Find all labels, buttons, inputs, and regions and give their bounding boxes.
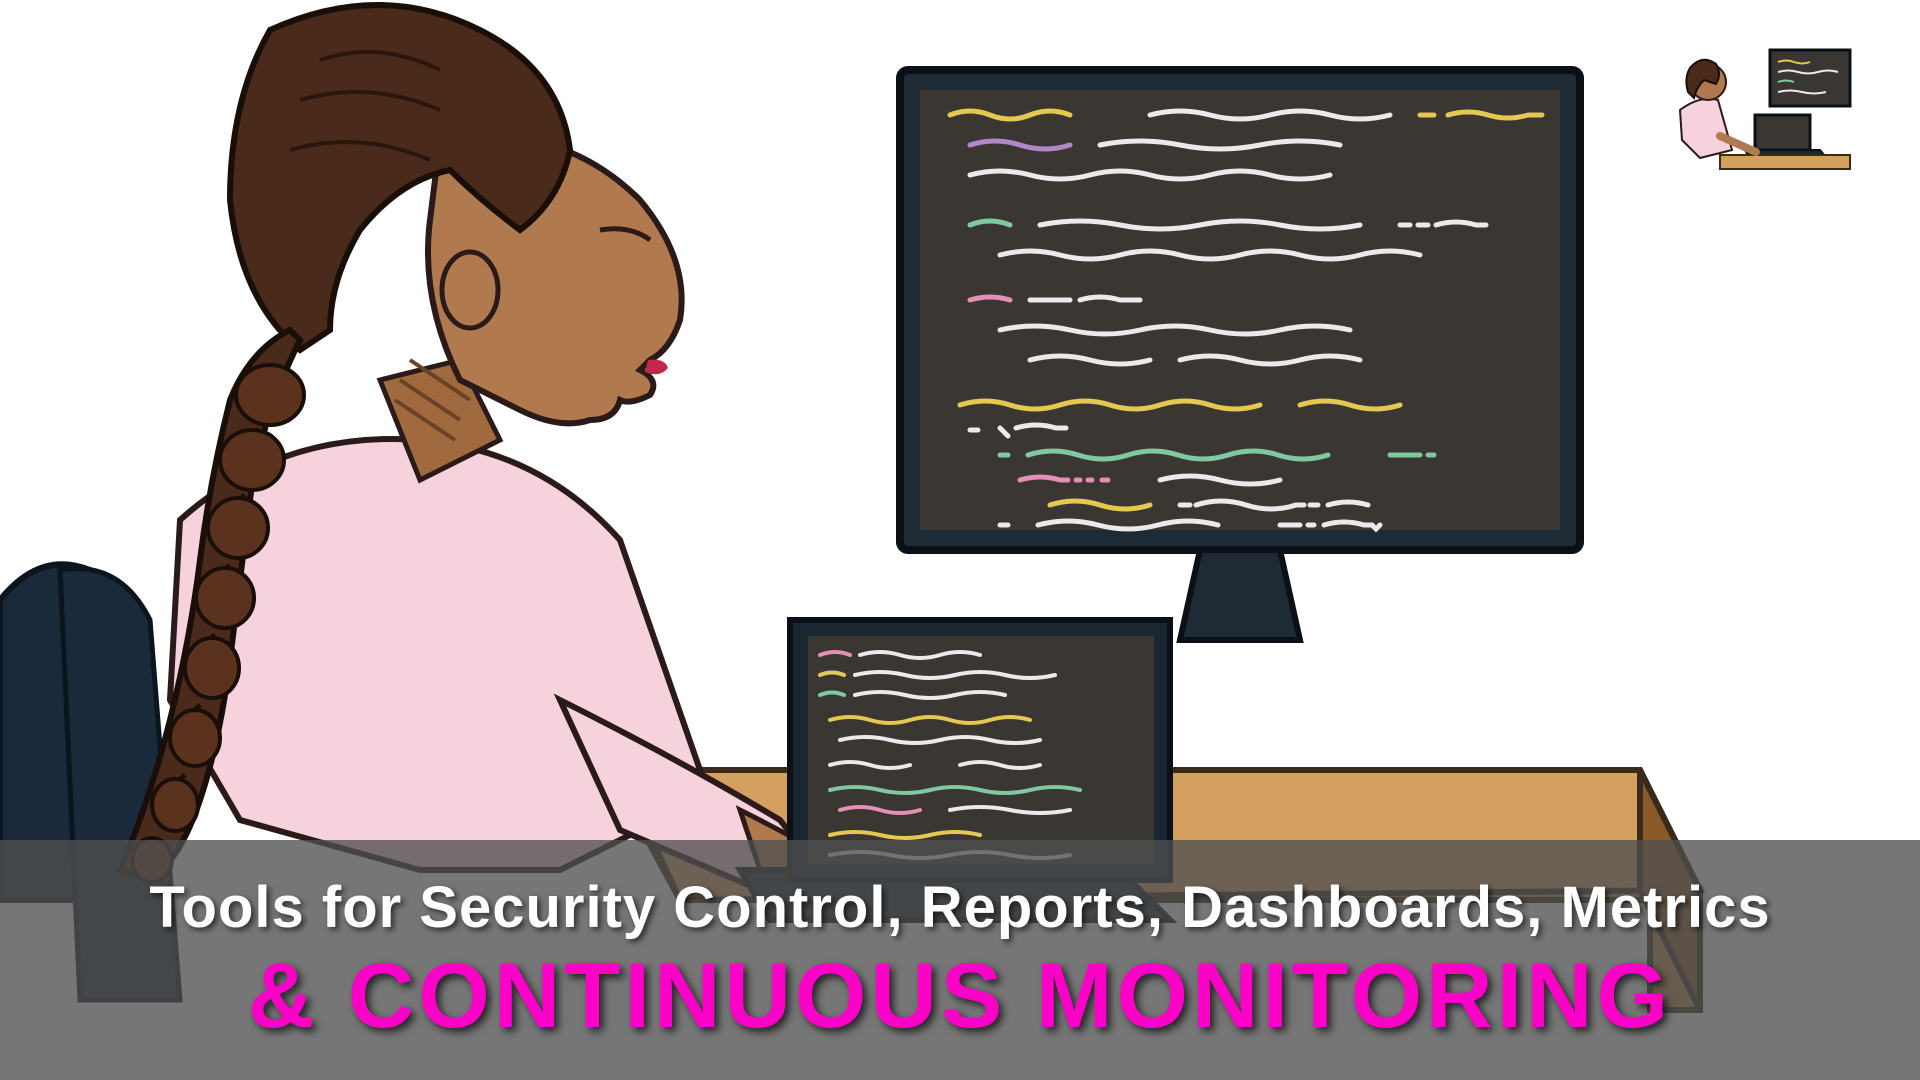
title-line-2: & CONTINUOUS MONITORING: [248, 948, 1672, 1045]
slide-canvas: Tools for Security Control, Reports, Das…: [0, 0, 1920, 1080]
person-body-icon: [170, 439, 850, 895]
thumbnail-illustration: [1660, 40, 1860, 200]
title-line-1: Tools for Security Control, Reports, Das…: [149, 876, 1770, 940]
title-banner: Tools for Security Control, Reports, Das…: [0, 840, 1920, 1080]
monitor-icon: [900, 70, 1580, 640]
